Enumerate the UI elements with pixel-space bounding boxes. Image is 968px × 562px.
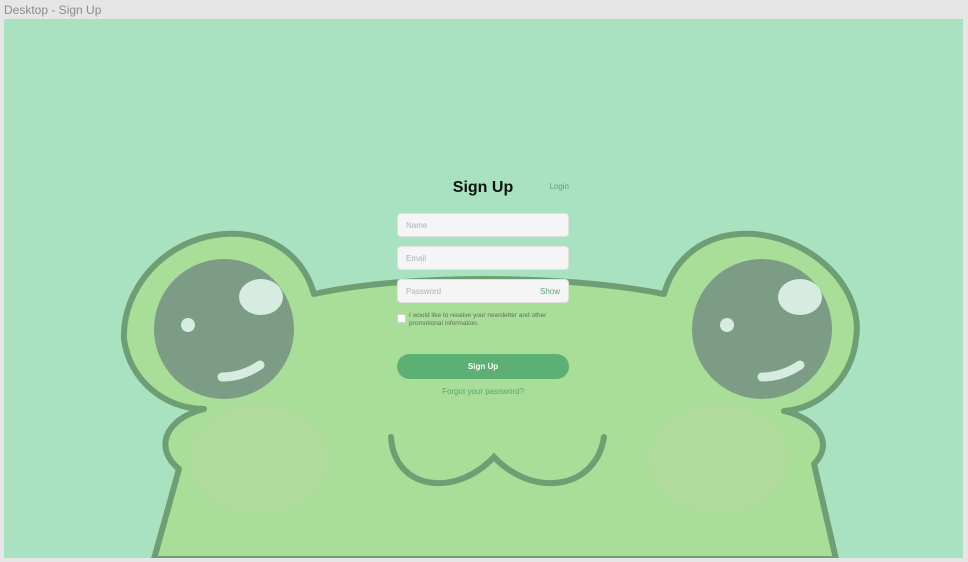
page-title: Sign Up: [452, 179, 514, 196]
email-field: [397, 246, 569, 270]
email-input[interactable]: [398, 247, 568, 269]
signup-form: Sign Up Login Show I would like to recei…: [397, 179, 569, 396]
signup-page: Sign Up Login Show I would like to recei…: [4, 19, 963, 558]
consent-label: I would like to receive your newsletter …: [409, 312, 547, 327]
password-field: Show: [397, 279, 569, 303]
name-input[interactable]: [398, 214, 568, 236]
forgot-password-link[interactable]: Forgot your password?: [397, 387, 569, 396]
form-header: Sign Up Login: [397, 179, 569, 213]
sign-up-button[interactable]: Sign Up: [397, 354, 569, 379]
newsletter-checkbox[interactable]: [397, 314, 406, 323]
show-password-button[interactable]: Show: [540, 287, 560, 296]
login-link[interactable]: Login: [549, 182, 569, 191]
newsletter-consent: I would like to receive your newsletter …: [397, 312, 569, 342]
frame-label: Desktop - Sign Up: [4, 3, 102, 17]
name-field: [397, 213, 569, 237]
